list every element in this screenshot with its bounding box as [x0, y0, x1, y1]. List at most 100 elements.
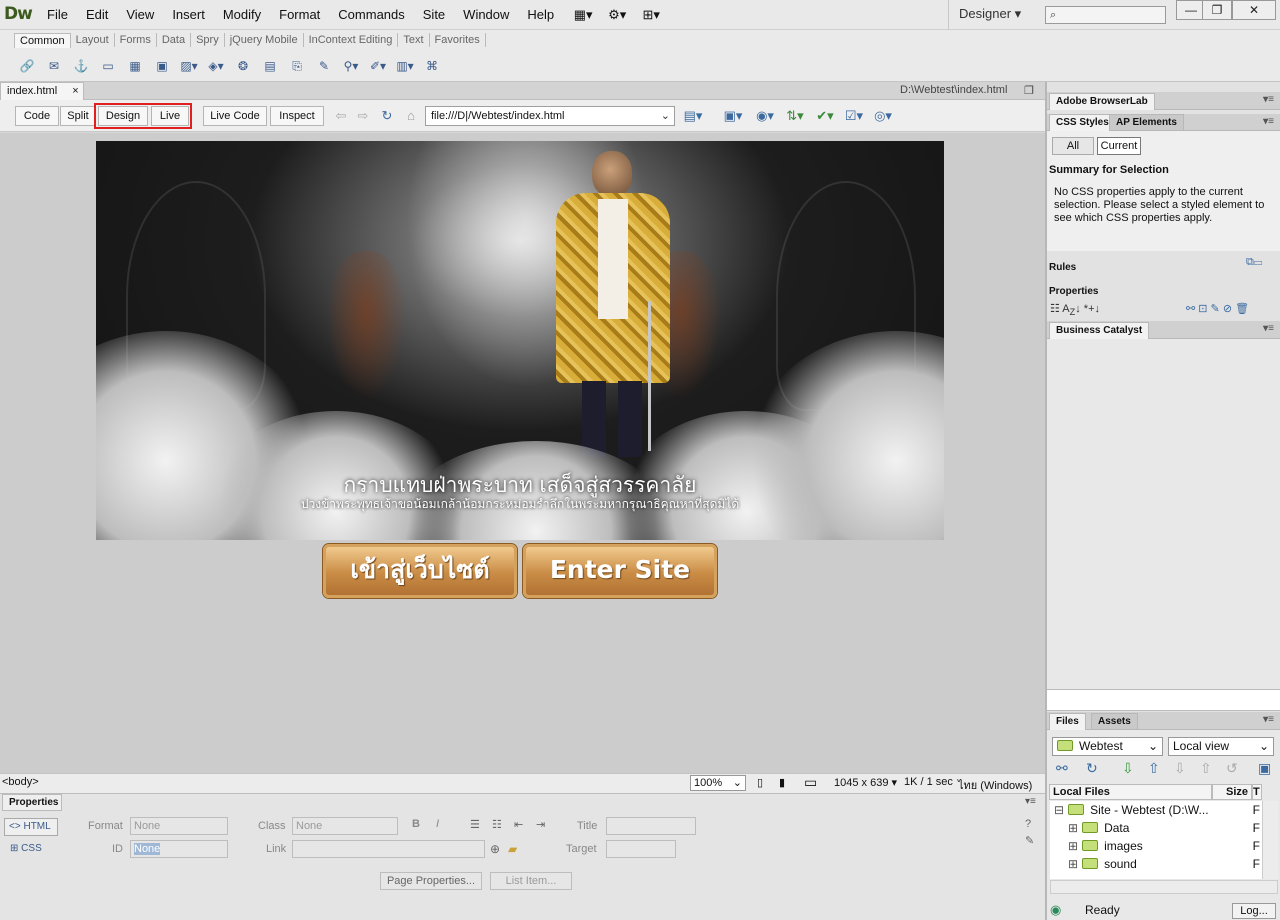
insert-tab-favorites[interactable]: Favorites	[430, 33, 486, 47]
browserlab-tab[interactable]: Adobe BrowserLab	[1049, 93, 1155, 110]
insert-tab-spry[interactable]: Spry	[191, 33, 225, 47]
menu-file[interactable]: File	[38, 0, 77, 30]
log-button[interactable]: Log...	[1232, 903, 1276, 919]
current-toggle[interactable]: Current	[1097, 137, 1141, 155]
insert-tab-incontext[interactable]: InContext Editing	[304, 33, 399, 47]
menu-modify[interactable]: Modify	[214, 0, 270, 30]
date-icon[interactable]: ▤	[259, 56, 281, 76]
split-view-button[interactable]: Split	[60, 106, 96, 126]
sync-icon[interactable]: ↺	[1226, 760, 1238, 777]
size-header[interactable]: Size	[1212, 784, 1252, 800]
inspect-icon[interactable]: ◎▾	[872, 107, 894, 125]
address-input[interactable]: file:///D|/Webtest/index.html ⌄	[425, 106, 675, 126]
extend-gear-icon[interactable]: ⚙▾	[603, 6, 631, 24]
visual-aids-icon[interactable]: ▤▾	[682, 107, 704, 125]
properties-view-icons[interactable]: ☷ AZ↓ *+↓	[1050, 302, 1100, 317]
comment-icon[interactable]: ✎	[313, 56, 335, 76]
insert-tab-text[interactable]: Text	[398, 33, 430, 47]
back-icon[interactable]: ⇦	[330, 107, 352, 125]
local-files-header[interactable]: Local Files	[1049, 784, 1212, 800]
script-icon[interactable]: ✐▾	[367, 56, 389, 76]
target-select[interactable]	[606, 840, 676, 858]
connect-icon[interactable]: ⚯	[1056, 760, 1068, 777]
w3c-validation-icon[interactable]: ✔▾	[814, 107, 836, 125]
head-icon[interactable]: ⚲▾	[340, 56, 362, 76]
indent-icon[interactable]: ⇥	[536, 818, 545, 831]
panel-menu-icon[interactable]: ▾≡	[1263, 323, 1274, 334]
menu-view[interactable]: View	[117, 0, 163, 30]
unordered-list-icon[interactable]: ☰	[470, 818, 480, 831]
close-button[interactable]: ✕	[1232, 0, 1276, 20]
tree-row-data[interactable]: ⊞ Data F	[1050, 819, 1262, 837]
type-header[interactable]: T	[1252, 784, 1262, 800]
list-item-button[interactable]: List Item...	[490, 872, 572, 890]
document-tab[interactable]: index.html ×	[0, 82, 84, 100]
check-out-icon[interactable]: ⇩	[1174, 760, 1186, 777]
link-input[interactable]	[292, 840, 485, 858]
enter-site-thai-button[interactable]: เข้าสู่เว็บไซต์	[323, 544, 517, 598]
tree-scrollbar[interactable]	[1262, 801, 1278, 879]
properties-tab[interactable]: Properties	[2, 794, 62, 811]
layout-icon[interactable]: ▦▾	[569, 6, 597, 24]
home-icon[interactable]: ⌂	[400, 107, 422, 125]
code-view-button[interactable]: Code	[15, 106, 59, 126]
outdent-icon[interactable]: ⇤	[514, 818, 523, 831]
horizontal-rule-icon[interactable]: ▭	[97, 56, 119, 76]
restore-icon[interactable]: ❐	[1024, 84, 1034, 97]
insert-tab-jquery-mobile[interactable]: jQuery Mobile	[225, 33, 304, 47]
title-input[interactable]	[606, 817, 696, 835]
window-size-icon[interactable]: ▭	[804, 774, 817, 791]
file-management-icon[interactable]: ⇅▾	[784, 107, 806, 125]
named-anchor-icon[interactable]: ⚓	[70, 56, 92, 76]
html-mode-button[interactable]: <> HTML	[4, 818, 58, 836]
insert-tab-common[interactable]: Common	[14, 32, 71, 48]
div-icon[interactable]: ▣	[151, 56, 173, 76]
enter-site-button[interactable]: Enter Site	[523, 544, 717, 598]
chevron-down-icon[interactable]: ⌄	[661, 107, 670, 125]
css-mode-button[interactable]: ⊞ CSS	[10, 843, 42, 854]
expand-icon[interactable]: ▣	[1258, 760, 1271, 777]
ordered-list-icon[interactable]: ☷	[492, 818, 502, 831]
refresh-icon[interactable]: ↻	[1086, 760, 1098, 777]
quick-edit-icon[interactable]: ✎	[1025, 834, 1034, 847]
assets-tab[interactable]: Assets	[1091, 713, 1138, 730]
hyperlink-icon[interactable]: 🔗	[16, 56, 38, 76]
insert-tab-data[interactable]: Data	[157, 33, 192, 47]
format-select[interactable]: None	[130, 817, 228, 835]
files-tab[interactable]: Files	[1049, 713, 1086, 730]
media-icon[interactable]: ◈▾	[205, 56, 227, 76]
site-select[interactable]: Webtest ⌄	[1052, 737, 1163, 756]
refresh-icon[interactable]: ↻	[376, 107, 398, 125]
inspect-button[interactable]: Inspect	[270, 106, 324, 126]
put-files-icon[interactable]: ⇧	[1148, 760, 1160, 777]
insert-tab-forms[interactable]: Forms	[115, 33, 157, 47]
zoom-select[interactable]: 100% ⌄	[690, 775, 746, 791]
tree-row-images[interactable]: ⊞ images F	[1050, 837, 1262, 855]
menu-format[interactable]: Format	[270, 0, 329, 30]
menu-help[interactable]: Help	[518, 0, 563, 30]
browse-folder-icon[interactable]: ▰	[508, 842, 517, 856]
tree-row-site[interactable]: ⊟ Site - Webtest (D:\W... F	[1050, 801, 1262, 819]
server-include-icon[interactable]: ⎘	[286, 56, 308, 76]
maximize-button[interactable]: ❐	[1202, 0, 1232, 20]
table-icon[interactable]: ▦	[124, 56, 146, 76]
get-files-icon[interactable]: ⇩	[1122, 760, 1134, 777]
all-toggle[interactable]: All	[1052, 137, 1094, 155]
rules-toggle-icon[interactable]: ⧉▭	[1246, 256, 1262, 269]
css-styles-tab[interactable]: CSS Styles	[1049, 114, 1116, 131]
multiscreen-icon[interactable]: ▣▾	[722, 107, 744, 125]
menu-insert[interactable]: Insert	[163, 0, 214, 30]
close-icon[interactable]: ×	[72, 85, 78, 97]
id-select[interactable]: None	[130, 840, 228, 858]
panel-menu-icon[interactable]: ▾≡	[1025, 796, 1036, 807]
class-select[interactable]: None	[292, 817, 398, 835]
page-properties-button[interactable]: Page Properties...	[380, 872, 482, 890]
hand-tool-icon[interactable]: ▮	[779, 776, 785, 789]
panel-menu-icon[interactable]: ▾≡	[1263, 116, 1274, 127]
insert-tab-layout[interactable]: Layout	[71, 33, 115, 47]
menu-window[interactable]: Window	[454, 0, 518, 30]
email-link-icon[interactable]: ✉	[43, 56, 65, 76]
tree-row-sound[interactable]: ⊞ sound F	[1050, 855, 1262, 873]
panel-menu-icon[interactable]: ▾≡	[1263, 714, 1274, 725]
widget-icon[interactable]: ❂	[232, 56, 254, 76]
